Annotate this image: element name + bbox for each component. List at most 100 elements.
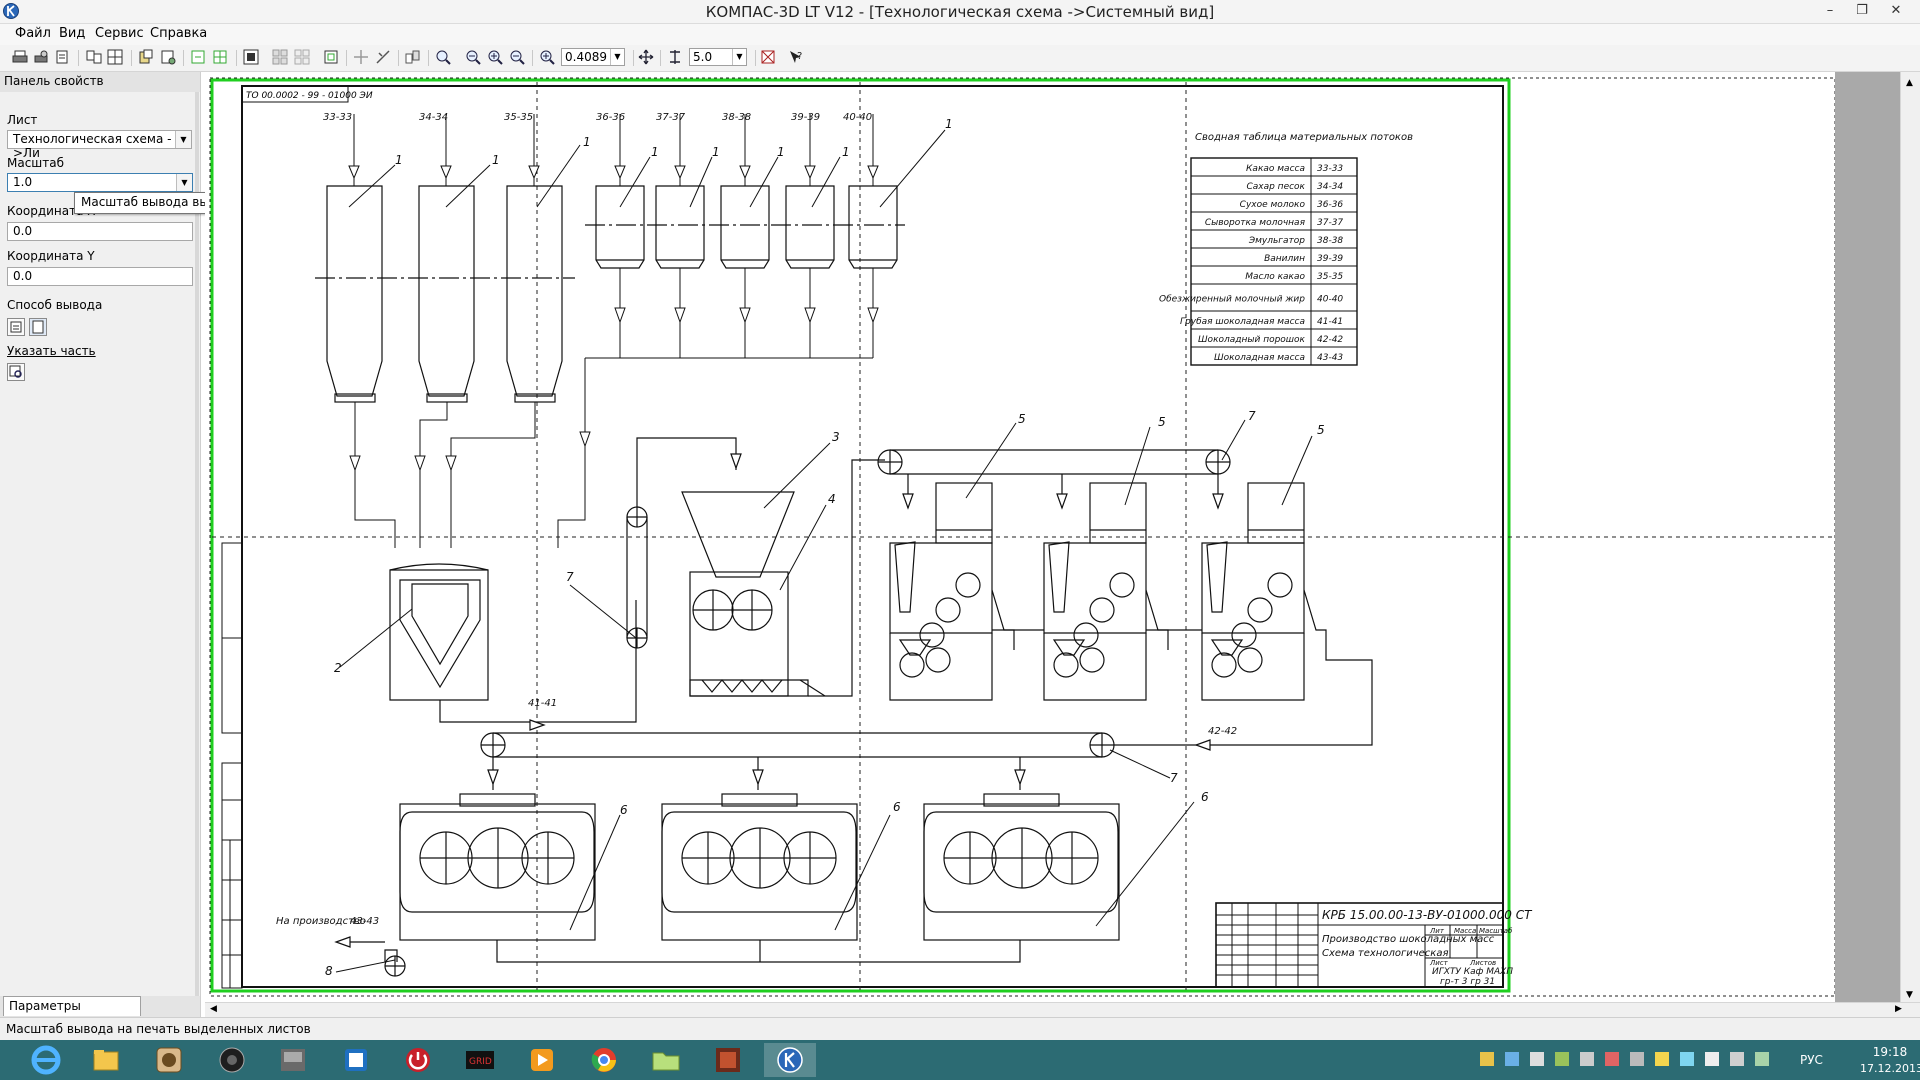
table-cell-flow: 33-33 <box>1317 164 1343 174</box>
table-cell-material: Какао масса <box>1246 164 1305 174</box>
toolbar-separator <box>183 50 184 66</box>
tray-device-icon[interactable] <box>1580 1052 1594 1066</box>
tile-grid-icon[interactable] <box>272 49 288 65</box>
print-icon[interactable] <box>12 49 28 65</box>
zoom-combobox[interactable]: 0.4089 ▼ <box>561 48 625 66</box>
video-player-icon[interactable] <box>516 1043 568 1077</box>
context-help-icon[interactable]: ? <box>788 49 804 65</box>
zoom-in-icon[interactable] <box>487 49 503 65</box>
internet-explorer-icon[interactable] <box>20 1043 72 1077</box>
file-explorer-icon[interactable] <box>80 1043 132 1077</box>
task-manager-icon[interactable] <box>330 1043 382 1077</box>
menu-view[interactable]: Вид <box>59 26 85 41</box>
svg-text:гр-т 3 гр 31: гр-т 3 гр 31 <box>1440 977 1495 987</box>
output-fit-icon <box>10 321 22 333</box>
tray-sound-icon[interactable] <box>1705 1052 1719 1066</box>
select-all-icon[interactable] <box>243 49 259 65</box>
scroll-down-icon[interactable]: ▼ <box>1906 990 1913 1000</box>
tray-wifi-icon[interactable] <box>1680 1052 1694 1066</box>
fit-sheets-icon[interactable] <box>190 49 206 65</box>
table-cell-material: Грубая шоколадная масса <box>1180 317 1305 327</box>
power-app-icon[interactable] <box>392 1043 444 1077</box>
pan-icon[interactable] <box>638 49 654 65</box>
chevron-down-icon[interactable]: ▼ <box>610 49 624 65</box>
zoom-window-icon[interactable] <box>435 49 451 65</box>
minimize-button[interactable]: – <box>1814 0 1846 22</box>
scroll-left-icon[interactable]: ◀ <box>210 1004 217 1014</box>
svg-text:Лит: Лит <box>1429 927 1445 935</box>
print-settings-icon[interactable] <box>33 49 49 65</box>
zoom-value: 0.4089 <box>565 50 607 64</box>
panel-header: Панель свойств <box>0 72 200 92</box>
tile-list-icon[interactable] <box>294 49 310 65</box>
measure-icon[interactable] <box>375 49 391 65</box>
page-layout-icon[interactable] <box>86 49 102 65</box>
output-mode-scale-button[interactable] <box>29 318 47 336</box>
fragment-icon[interactable] <box>405 49 421 65</box>
tray-usb-icon[interactable] <box>1630 1052 1644 1066</box>
table-cell-flow: 34-34 <box>1317 182 1343 192</box>
sheet-options-icon[interactable] <box>160 49 176 65</box>
coord-x-field[interactable]: 0.0 <box>7 222 193 241</box>
tray-battery-icon[interactable] <box>1755 1052 1769 1066</box>
tray-app-icon[interactable] <box>1480 1052 1494 1066</box>
step-combobox[interactable]: 5.0 ▼ <box>689 48 747 66</box>
speaker-app-icon[interactable] <box>206 1043 258 1077</box>
vertical-scrollbar[interactable]: ▲ ▼ <box>1900 72 1920 1002</box>
rotate-sheet-icon[interactable] <box>138 49 154 65</box>
chevron-down-icon[interactable]: ▼ <box>176 174 192 191</box>
print-area-icon[interactable] <box>760 49 776 65</box>
drawing-canvas[interactable]: ТО 00.0002 - 99 - 01000 ЭИ 1 1 1 1 1 1 1… <box>205 72 1900 1002</box>
scale-combobox[interactable]: 1.0 ▼ <box>7 173 193 192</box>
chevron-down-icon[interactable]: ▼ <box>175 131 191 148</box>
table-cell-material: Масло какао <box>1245 272 1305 282</box>
menu-help[interactable]: Справка <box>150 26 207 41</box>
print-preview-icon[interactable] <box>54 49 70 65</box>
clock-time[interactable]: 19:18 <box>1860 1045 1920 1059</box>
select-region-icon <box>9 365 22 378</box>
tray-security-icon[interactable] <box>1605 1052 1619 1066</box>
kompas-taskbar-button[interactable] <box>764 1043 816 1077</box>
tray-display-icon[interactable] <box>1730 1052 1744 1066</box>
status-bar: Масштаб вывода на печать выделенных лист… <box>0 1017 1920 1041</box>
restore-button[interactable]: ❐ <box>1846 0 1878 22</box>
tab-view-parameters[interactable]: Параметры просмотра <box>3 996 141 1027</box>
arrange-sheets-icon[interactable] <box>212 49 228 65</box>
select-part-label[interactable]: Указать часть <box>7 344 96 358</box>
svg-text:7: 7 <box>1170 771 1178 785</box>
folder-icon[interactable] <box>640 1043 692 1077</box>
select-part-button[interactable] <box>7 363 25 381</box>
zoom-scale-icon[interactable] <box>539 49 555 65</box>
zoom-out-icon[interactable] <box>509 49 525 65</box>
coord-y-field[interactable]: 0.0 <box>7 267 193 286</box>
pages-grid-icon[interactable] <box>107 49 123 65</box>
sheet-select[interactable]: Технологическая схема ->Ли ▼ <box>7 130 192 160</box>
language-indicator[interactable]: РУС <box>1800 1053 1823 1067</box>
game-app-icon[interactable] <box>267 1043 319 1077</box>
tray-flag-icon[interactable] <box>1555 1052 1569 1066</box>
svg-text:36-36: 36-36 <box>596 112 625 123</box>
tray-power-icon[interactable] <box>1655 1052 1669 1066</box>
chrome-icon[interactable] <box>578 1043 630 1077</box>
output-mode-fit-button[interactable] <box>7 318 25 336</box>
grid-app-icon[interactable]: GRID <box>454 1043 506 1077</box>
chevron-down-icon[interactable]: ▼ <box>732 49 746 65</box>
svg-text:5: 5 <box>1317 423 1325 437</box>
step-move-icon[interactable] <box>667 49 683 65</box>
close-button[interactable]: ✕ <box>1880 0 1912 22</box>
move-icon[interactable] <box>353 49 369 65</box>
horizontal-scrollbar[interactable]: ◀ ▶ <box>205 1002 1920 1018</box>
menu-service[interactable]: Сервис <box>95 26 144 41</box>
scroll-up-icon[interactable]: ▲ <box>1906 78 1913 88</box>
clock-date[interactable]: 17.12.2013 <box>1860 1062 1920 1075</box>
game2-app-icon[interactable] <box>702 1043 754 1077</box>
panel-splitter[interactable] <box>195 92 199 1012</box>
table-cell-material: Обезжиренный молочный жир <box>1159 295 1305 305</box>
fit-page-icon[interactable] <box>323 49 339 65</box>
tray-volume-icon[interactable] <box>1530 1052 1544 1066</box>
tray-network-icon[interactable] <box>1505 1052 1519 1066</box>
scroll-right-icon[interactable]: ▶ <box>1895 1004 1902 1014</box>
media-app-icon[interactable] <box>143 1043 195 1077</box>
zoom-all-icon[interactable] <box>465 49 481 65</box>
menu-file[interactable]: Файл <box>15 26 51 41</box>
